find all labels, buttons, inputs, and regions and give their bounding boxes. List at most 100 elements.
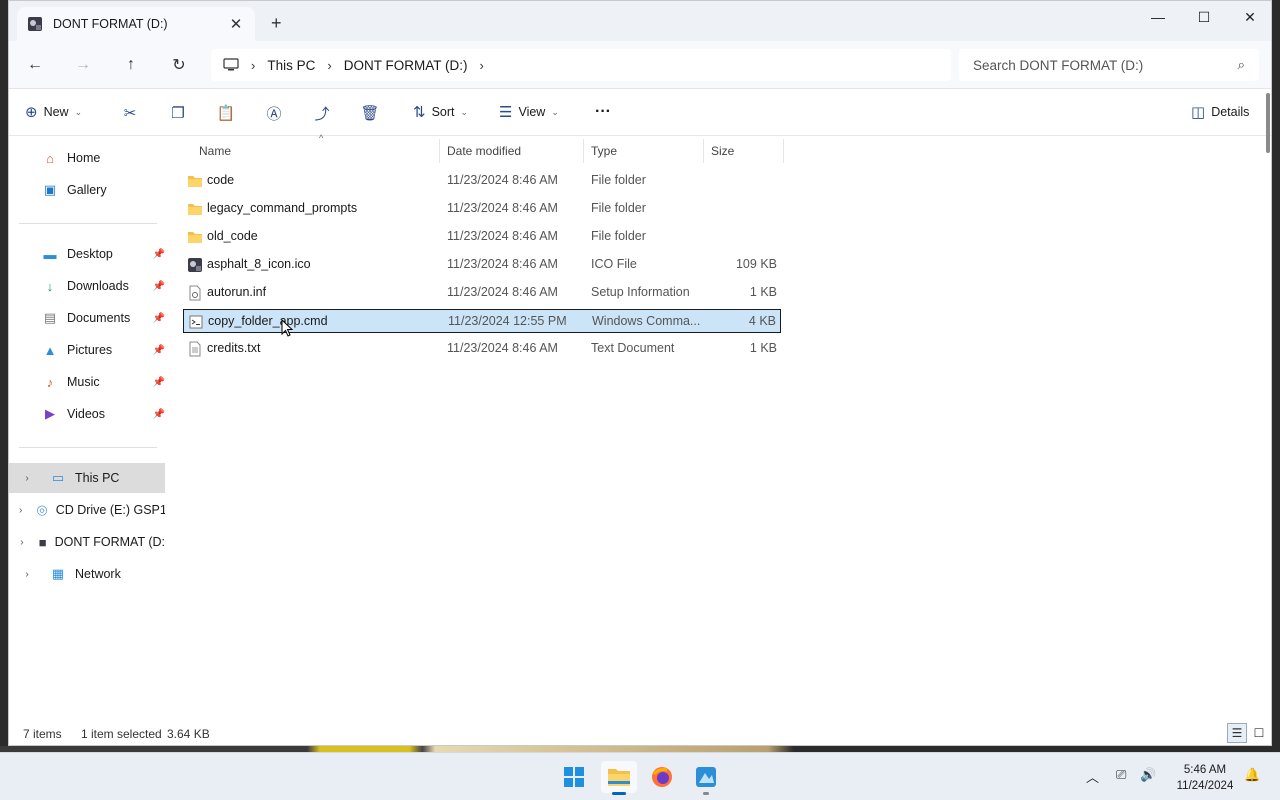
column-divider[interactable]: [583, 139, 584, 163]
copy-button[interactable]: ❐: [167, 102, 189, 124]
tab-title: DONT FORMAT (D:): [53, 17, 168, 31]
taskbar-file-explorer[interactable]: [601, 761, 637, 795]
file-size: 4 KB: [748, 314, 776, 328]
more-options-button[interactable]: ···: [595, 103, 611, 121]
sidebar-item-network[interactable]: › ▦ Network: [9, 559, 165, 589]
sidebar-item-downloads[interactable]: ↓ Downloads 📌: [9, 271, 165, 301]
share-button[interactable]: ⤴: [311, 102, 333, 124]
table-row-selected[interactable]: copy_folder_app.cmd 11/23/2024 12:55 PM …: [183, 309, 781, 333]
sort-button[interactable]: ⇅ Sort ⌄: [413, 103, 468, 121]
details-label: Details: [1211, 105, 1250, 119]
sidebar-divider: [19, 223, 157, 224]
table-row[interactable]: code 11/23/2024 8:46 AM File folder: [183, 169, 781, 193]
sidebar-item-videos[interactable]: ▶ Videos 📌: [9, 399, 165, 429]
up-button[interactable]: ↑: [117, 51, 145, 79]
column-header-name[interactable]: Name: [199, 139, 439, 163]
paste-button[interactable]: 📋: [215, 102, 237, 124]
chevron-down-icon: ⌄: [74, 106, 83, 117]
minimize-button[interactable]: —: [1135, 7, 1181, 27]
new-label: New: [43, 105, 69, 119]
pin-icon[interactable]: 📌: [153, 313, 165, 324]
folder-icon: [188, 204, 202, 215]
pin-icon[interactable]: 📌: [153, 281, 165, 292]
taskbar-firefox[interactable]: [644, 761, 680, 793]
forward-button[interactable]: →: [69, 51, 97, 79]
windows-logo-icon: [564, 767, 584, 787]
close-button[interactable]: ✕: [1227, 7, 1273, 27]
breadcrumb-this-pc[interactable]: This PC: [267, 58, 315, 73]
table-row[interactable]: old_code 11/23/2024 8:46 AM File folder: [183, 225, 781, 249]
column-divider[interactable]: [439, 139, 440, 163]
table-row[interactable]: asphalt_8_icon.ico 11/23/2024 8:46 AM IC…: [183, 253, 781, 277]
refresh-button[interactable]: ↻: [165, 51, 193, 79]
pin-icon[interactable]: 📌: [153, 409, 165, 420]
address-bar[interactable]: › This PC › DONT FORMAT (D:) ›: [211, 49, 951, 81]
scissors-icon: ✂: [123, 105, 137, 122]
chevron-right-icon[interactable]: ›: [19, 473, 35, 484]
column-header-size[interactable]: Size: [711, 139, 781, 163]
sidebar-item-label: This PC: [75, 471, 120, 485]
tab-active[interactable]: DONT FORMAT (D:) ✕: [17, 7, 255, 41]
details-view-toggle[interactable]: ☰: [1227, 723, 1247, 743]
sidebar-item-label: Music: [67, 375, 100, 389]
column-header-type[interactable]: Type: [591, 139, 701, 163]
sidebar-item-desktop[interactable]: ▬ Desktop 📌: [9, 239, 166, 269]
sidebar-item-gallery[interactable]: ▣ Gallery: [9, 175, 165, 205]
chevron-right-icon[interactable]: ›: [19, 569, 35, 580]
column-header-date[interactable]: Date modified: [447, 139, 577, 163]
share-icon: ⤴: [314, 105, 330, 123]
tiles-view-toggle[interactable]: ☐: [1249, 723, 1269, 743]
sidebar-item-label: Home: [67, 151, 101, 165]
breadcrumb-drive[interactable]: DONT FORMAT (D:): [344, 58, 468, 73]
details-pane-button[interactable]: ◫ Details: [1191, 103, 1249, 121]
search-box[interactable]: Search DONT FORMAT (D:) ⌕: [959, 49, 1259, 81]
maximize-button[interactable]: ☐: [1181, 7, 1227, 27]
table-row[interactable]: legacy_command_prompts 11/23/2024 8:46 A…: [183, 197, 781, 221]
system-clock[interactable]: 5:46 AM 11/24/2024: [1170, 762, 1240, 794]
rename-button[interactable]: Ⓐ: [263, 102, 285, 124]
file-explorer-window: DONT FORMAT (D:) ✕ + — ☐ ✕ ← → ↑ ↻ › Thi…: [8, 0, 1272, 746]
taskbar-app[interactable]: [688, 761, 724, 795]
chevron-right-icon[interactable]: ›: [19, 505, 22, 516]
pictures-icon: ▲: [43, 342, 57, 358]
column-divider[interactable]: [783, 139, 784, 163]
volume-icon[interactable]: 🔊: [1140, 767, 1156, 783]
sidebar-item-cd-drive[interactable]: › ◎ CD Drive (E:) GSP1F: [9, 495, 165, 525]
scrollbar[interactable]: [1266, 93, 1270, 153]
pin-icon[interactable]: 📌: [153, 249, 165, 260]
list-view-icon: ☰: [1231, 726, 1243, 740]
clock-time: 5:46 AM: [1183, 764, 1227, 776]
delete-button[interactable]: 🗑: [359, 102, 381, 124]
table-row[interactable]: autorun.inf 11/23/2024 8:46 AM Setup Inf…: [183, 281, 781, 305]
column-divider[interactable]: [703, 139, 704, 163]
sidebar-item-dont-format[interactable]: › ■ DONT FORMAT (D:: [9, 527, 165, 557]
pin-icon[interactable]: 📌: [153, 345, 165, 356]
sidebar-item-music[interactable]: ♪ Music 📌: [9, 367, 165, 397]
new-button[interactable]: ⊕ New ⌄: [25, 103, 82, 121]
tab-close-icon[interactable]: ✕: [227, 15, 245, 33]
show-hidden-icons-button[interactable]: ︿: [1086, 767, 1099, 786]
table-row[interactable]: credits.txt 11/23/2024 8:46 AM Text Docu…: [183, 337, 781, 361]
home-icon: ⌂: [46, 150, 54, 166]
notification-bell-icon[interactable]: 🔔: [1244, 767, 1260, 783]
network-status-icon[interactable]: ⎚: [1116, 767, 1126, 783]
sidebar-item-label: Downloads: [67, 279, 129, 293]
selection-size: 3.64 KB: [167, 727, 210, 741]
pin-icon[interactable]: 📌: [153, 377, 165, 388]
view-label: View: [518, 105, 546, 119]
cut-button[interactable]: ✂: [119, 102, 141, 124]
search-input[interactable]: Search DONT FORMAT (D:): [973, 58, 1237, 73]
sidebar-item-home[interactable]: ⌂ Home: [9, 143, 165, 173]
sidebar-item-documents[interactable]: ▤ Documents 📌: [9, 303, 165, 333]
sidebar-item-pictures[interactable]: ▲ Pictures 📌: [9, 335, 165, 365]
file-name: autorun.inf: [207, 285, 267, 299]
file-date: 11/23/2024 8:46 AM: [447, 201, 558, 215]
view-button[interactable]: ☰ View ⌄: [499, 103, 559, 121]
chevron-right-icon: ›: [479, 57, 484, 73]
chevron-right-icon[interactable]: ›: [19, 537, 25, 548]
start-button[interactable]: [556, 761, 592, 793]
sidebar-item-this-pc[interactable]: › ▭ This PC: [9, 463, 165, 493]
back-button[interactable]: ←: [21, 51, 49, 79]
new-tab-button[interactable]: +: [271, 13, 282, 34]
sidebar-item-label: Desktop: [67, 247, 113, 261]
